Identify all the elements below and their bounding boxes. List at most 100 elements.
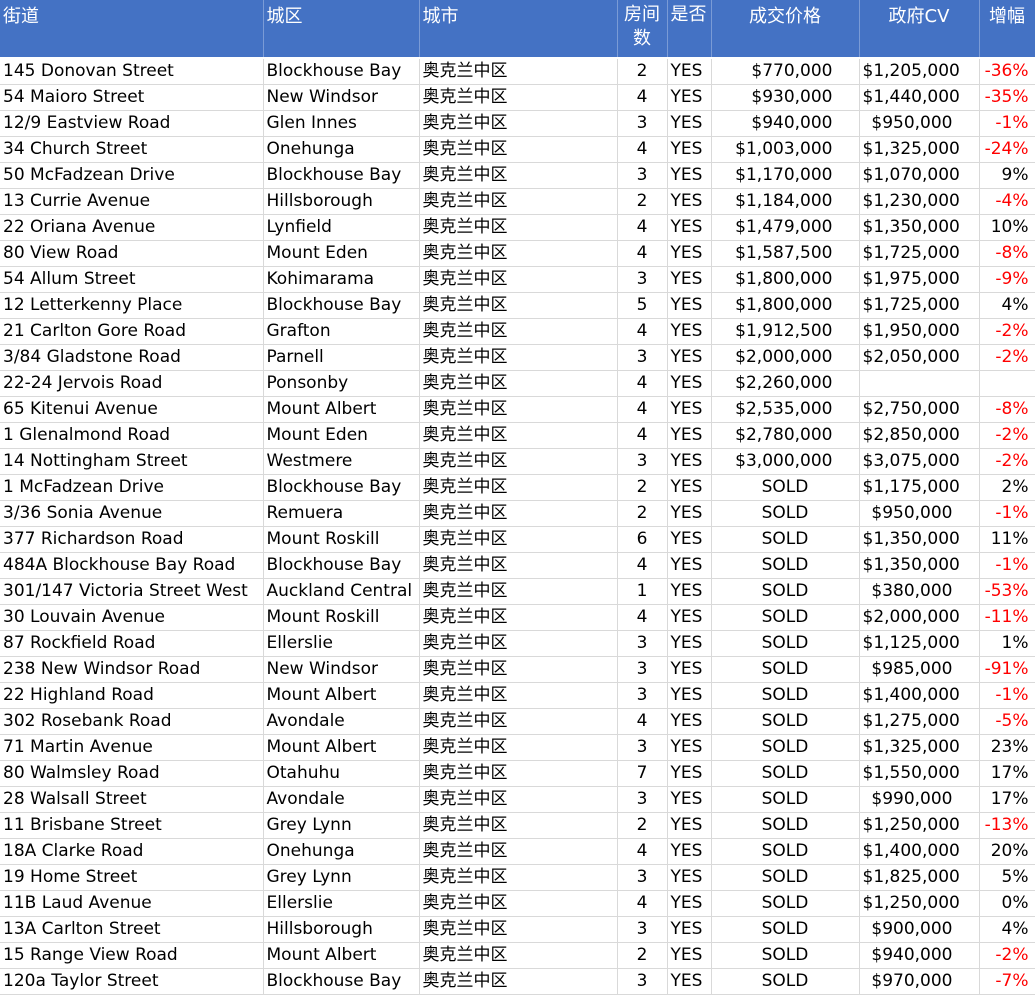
cell-yes[interactable]: YES bbox=[667, 942, 712, 969]
cell-street[interactable]: 54 Maioro Street bbox=[0, 84, 264, 111]
cell-cv[interactable]: $1,350,000 bbox=[859, 552, 980, 579]
cell-street[interactable]: 50 McFadzean Drive bbox=[0, 162, 264, 189]
cell-street[interactable]: 19 Home Street bbox=[0, 864, 264, 891]
cell-yes[interactable]: YES bbox=[667, 214, 712, 241]
cell-yes[interactable]: YES bbox=[667, 890, 712, 917]
cell-change[interactable]: -1% bbox=[979, 552, 1035, 579]
cell-change[interactable]: -9% bbox=[979, 266, 1035, 293]
cell-street[interactable]: 22 Highland Road bbox=[0, 682, 264, 709]
cell-rooms[interactable]: 2 bbox=[617, 188, 668, 215]
table-row[interactable]: 3/36 Sonia Avenue Remuera 奥克兰中区 2 YES SOLD $95… bbox=[0, 500, 1035, 527]
cell-street[interactable]: 13A Carlton Street bbox=[0, 916, 264, 943]
cell-rooms[interactable]: 2 bbox=[617, 474, 668, 501]
cell-street[interactable]: 12/9 Eastview Road bbox=[0, 110, 264, 137]
cell-price[interactable]: $930,000 bbox=[711, 84, 860, 111]
cell-street[interactable]: 22-24 Jervois Road bbox=[0, 370, 264, 397]
cell-suburb[interactable]: Mount Albert bbox=[263, 734, 420, 761]
cell-price[interactable]: $940,000 bbox=[711, 110, 860, 137]
cell-rooms[interactable]: 4 bbox=[617, 240, 668, 267]
cell-change[interactable]: -53% bbox=[979, 578, 1035, 605]
table-row[interactable]: 54 Allum Street Kohimarama 奥克兰中区 3 YES $1,800… bbox=[0, 266, 1035, 293]
cell-street[interactable]: 14 Nottingham Street bbox=[0, 448, 264, 475]
cell-price[interactable]: SOLD bbox=[711, 526, 860, 553]
cell-cv[interactable]: $985,000 bbox=[859, 656, 980, 683]
cell-price[interactable]: $1,800,000 bbox=[711, 292, 860, 319]
cell-change[interactable]: -2% bbox=[979, 942, 1035, 969]
cell-yes[interactable]: YES bbox=[667, 188, 712, 215]
cell-change[interactable]: -5% bbox=[979, 708, 1035, 735]
cell-change[interactable]: -1% bbox=[979, 682, 1035, 709]
cell-suburb[interactable]: Lynfield bbox=[263, 214, 420, 241]
cell-price[interactable]: $1,003,000 bbox=[711, 136, 860, 163]
cell-city[interactable]: 奥克兰中区 bbox=[419, 708, 618, 735]
cell-city[interactable]: 奥克兰中区 bbox=[419, 59, 618, 85]
table-row[interactable]: 54 Maioro Street New Windsor 奥克兰中区 4 YES $930… bbox=[0, 84, 1035, 111]
cell-cv[interactable]: $1,175,000 bbox=[859, 474, 980, 501]
table-row[interactable]: 65 Kitenui Avenue Mount Albert 奥克兰中区 4 YES $2… bbox=[0, 396, 1035, 423]
cell-cv[interactable]: $2,000,000 bbox=[859, 604, 980, 631]
cell-suburb[interactable]: Grafton bbox=[263, 318, 420, 345]
cell-price[interactable]: $1,800,000 bbox=[711, 266, 860, 293]
cell-city[interactable]: 奥克兰中区 bbox=[419, 292, 618, 319]
cell-suburb[interactable]: Blockhouse Bay bbox=[263, 292, 420, 319]
cell-rooms[interactable]: 3 bbox=[617, 266, 668, 293]
cell-price[interactable]: SOLD bbox=[711, 552, 860, 579]
cell-city[interactable]: 奥克兰中区 bbox=[419, 682, 618, 709]
cell-suburb[interactable]: Blockhouse Bay bbox=[263, 474, 420, 501]
cell-change[interactable]: 9% bbox=[979, 162, 1035, 189]
cell-suburb[interactable]: Ponsonby bbox=[263, 370, 420, 397]
cell-cv[interactable]: $2,850,000 bbox=[859, 422, 980, 449]
cell-cv[interactable]: $1,725,000 bbox=[859, 292, 980, 319]
cell-rooms[interactable]: 1 bbox=[617, 578, 668, 605]
cell-cv[interactable]: $1,325,000 bbox=[859, 734, 980, 761]
cell-cv[interactable]: $2,050,000 bbox=[859, 344, 980, 371]
cell-price[interactable]: $1,170,000 bbox=[711, 162, 860, 189]
cell-yes[interactable]: YES bbox=[667, 630, 712, 657]
cell-city[interactable]: 奥克兰中区 bbox=[419, 630, 618, 657]
cell-change[interactable]: 0% bbox=[979, 890, 1035, 917]
cell-rooms[interactable]: 3 bbox=[617, 630, 668, 657]
cell-yes[interactable]: YES bbox=[667, 812, 712, 839]
cell-city[interactable]: 奥克兰中区 bbox=[419, 812, 618, 839]
cell-street[interactable]: 28 Walsall Street bbox=[0, 786, 264, 813]
cell-change[interactable] bbox=[979, 370, 1035, 397]
cell-yes[interactable]: YES bbox=[667, 864, 712, 891]
cell-price[interactable]: SOLD bbox=[711, 968, 860, 995]
table-row[interactable]: 19 Home Street Grey Lynn 奥克兰中区 3 YES SOLD $1,8… bbox=[0, 864, 1035, 891]
cell-price[interactable]: SOLD bbox=[711, 474, 860, 501]
cell-city[interactable]: 奥克兰中区 bbox=[419, 318, 618, 345]
cell-cv[interactable]: $940,000 bbox=[859, 942, 980, 969]
cell-city[interactable]: 奥克兰中区 bbox=[419, 890, 618, 917]
cell-cv[interactable]: $1,275,000 bbox=[859, 708, 980, 735]
cell-suburb[interactable]: Avondale bbox=[263, 786, 420, 813]
cell-cv[interactable]: $1,400,000 bbox=[859, 682, 980, 709]
cell-cv[interactable]: $380,000 bbox=[859, 578, 980, 605]
table-row[interactable]: 87 Rockfield Road Ellerslie 奥克兰中区 3 YES SOLD $… bbox=[0, 630, 1035, 657]
cell-rooms[interactable]: 4 bbox=[617, 890, 668, 917]
cell-cv[interactable]: $1,440,000 bbox=[859, 84, 980, 111]
cell-city[interactable]: 奥克兰中区 bbox=[419, 734, 618, 761]
table-row[interactable]: 80 View Road Mount Eden 奥克兰中区 4 YES $1,587,50… bbox=[0, 240, 1035, 267]
table-row[interactable]: 302 Rosebank Road Avondale 奥克兰中区 4 YES SOLD $1… bbox=[0, 708, 1035, 735]
cell-suburb[interactable]: Mount Albert bbox=[263, 942, 420, 969]
cell-yes[interactable]: YES bbox=[667, 552, 712, 579]
table-row[interactable]: 238 New Windsor Road New Windsor 奥克兰中区 3 YES… bbox=[0, 656, 1035, 683]
cell-city[interactable]: 奥克兰中区 bbox=[419, 396, 618, 423]
table-row[interactable]: 145 Donovan Street Blockhouse Bay 奥克兰中区 2 YE… bbox=[0, 59, 1035, 85]
cell-city[interactable]: 奥克兰中区 bbox=[419, 838, 618, 865]
cell-rooms[interactable]: 3 bbox=[617, 656, 668, 683]
cell-yes[interactable]: YES bbox=[667, 344, 712, 371]
cell-price[interactable]: $1,587,500 bbox=[711, 240, 860, 267]
cell-cv[interactable]: $1,350,000 bbox=[859, 526, 980, 553]
cell-cv[interactable]: $950,000 bbox=[859, 500, 980, 527]
cell-rooms[interactable]: 3 bbox=[617, 110, 668, 137]
cell-cv[interactable]: $1,230,000 bbox=[859, 188, 980, 215]
cell-cv[interactable]: $3,075,000 bbox=[859, 448, 980, 475]
cell-change[interactable]: -8% bbox=[979, 240, 1035, 267]
table-row[interactable]: 1 McFadzean Drive Blockhouse Bay 奥克兰中区 2 YES… bbox=[0, 474, 1035, 501]
cell-yes[interactable]: YES bbox=[667, 786, 712, 813]
cell-price[interactable]: SOLD bbox=[711, 578, 860, 605]
cell-rooms[interactable]: 2 bbox=[617, 942, 668, 969]
cell-suburb[interactable]: Blockhouse Bay bbox=[263, 59, 420, 85]
cell-suburb[interactable]: Blockhouse Bay bbox=[263, 968, 420, 995]
